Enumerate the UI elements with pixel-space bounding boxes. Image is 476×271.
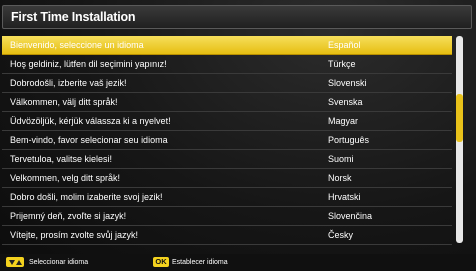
- language-greeting: Välkommen, välj ditt språk!: [10, 97, 118, 107]
- page-title: First Time Installation: [11, 10, 136, 24]
- up-down-arrows-icon: [6, 257, 24, 267]
- language-row[interactable]: Hoş geldiniz, lütfen dil seçimini yapını…: [2, 55, 452, 74]
- language-row[interactable]: Vítejte, prosím zvolte svůj jazyk! Česky: [2, 226, 452, 245]
- language-row[interactable]: Üdvözöljük, kérjük válassza ki a nyelvet…: [2, 112, 452, 131]
- language-name: Türkçe: [328, 59, 356, 69]
- language-name: Português: [328, 135, 370, 145]
- language-name: Svenska: [328, 97, 363, 107]
- scroll-thumb[interactable]: [456, 94, 463, 142]
- language-row[interactable]: Prijemný deň, zvoľte si jazyk! Slovenčina: [2, 207, 452, 226]
- language-name: Hrvatski: [328, 192, 361, 202]
- language-greeting: Dobrodošli, izberite vaš jezik!: [10, 78, 127, 88]
- language-row[interactable]: Tervetuloa, valitse kielesi! Suomi: [2, 150, 452, 169]
- language-list[interactable]: Bienvenido, seleccione un idioma Español H…: [2, 36, 452, 245]
- language-name: Slovenski: [328, 78, 367, 88]
- language-name: Norsk: [328, 173, 352, 183]
- language-row[interactable]: Bienvenido, seleccione un idioma Español: [2, 36, 452, 55]
- language-greeting: Dobro došli, molim izaberite svoj jezik!: [10, 192, 163, 202]
- language-row[interactable]: Velkommen, velg ditt språk! Norsk: [2, 169, 452, 188]
- language-name: Suomi: [328, 154, 354, 164]
- language-row[interactable]: Dobrodošli, izberite vaš jezik! Slovenski: [2, 74, 452, 93]
- language-greeting: Bem-vindo, favor selecionar seu idioma: [10, 135, 168, 145]
- language-row[interactable]: Dobro došli, molim izaberite svoj jezik!…: [2, 188, 452, 207]
- language-greeting: Velkommen, velg ditt språk!: [10, 173, 121, 183]
- footer-hint-bar: Seleccionar idioma OK Establecer idioma: [0, 254, 476, 271]
- language-row[interactable]: Bem-vindo, favor selecionar seu idioma Po…: [2, 131, 452, 150]
- language-greeting: Üdvözöljük, kérjük válassza ki a nyelvet…: [10, 116, 171, 126]
- scrollbar[interactable]: [456, 36, 463, 243]
- language-greeting: Bienvenido, seleccione un idioma: [10, 40, 144, 50]
- language-name: Español: [328, 40, 361, 50]
- language-greeting: Prijemný deň, zvoľte si jazyk!: [10, 211, 127, 221]
- language-greeting: Vítejte, prosím zvolte svůj jazyk!: [10, 230, 139, 240]
- language-greeting: Hoş geldiniz, lütfen dil seçimini yapını…: [10, 59, 167, 69]
- tv-screen: First Time Installation Bienvenido, sele…: [0, 0, 476, 271]
- select-language-hint: Seleccionar idioma: [29, 259, 89, 266]
- language-name: Slovenčina: [328, 211, 373, 221]
- language-greeting: Tervetuloa, valitse kielesi!: [10, 154, 113, 164]
- language-name: Magyar: [328, 116, 359, 126]
- title-bar: First Time Installation: [2, 5, 472, 29]
- set-language-hint: Establecer idioma: [172, 259, 228, 266]
- ok-button-icon: OK: [153, 257, 169, 267]
- language-name: Česky: [328, 230, 354, 240]
- language-row[interactable]: Välkommen, välj ditt språk! Svenska: [2, 93, 452, 112]
